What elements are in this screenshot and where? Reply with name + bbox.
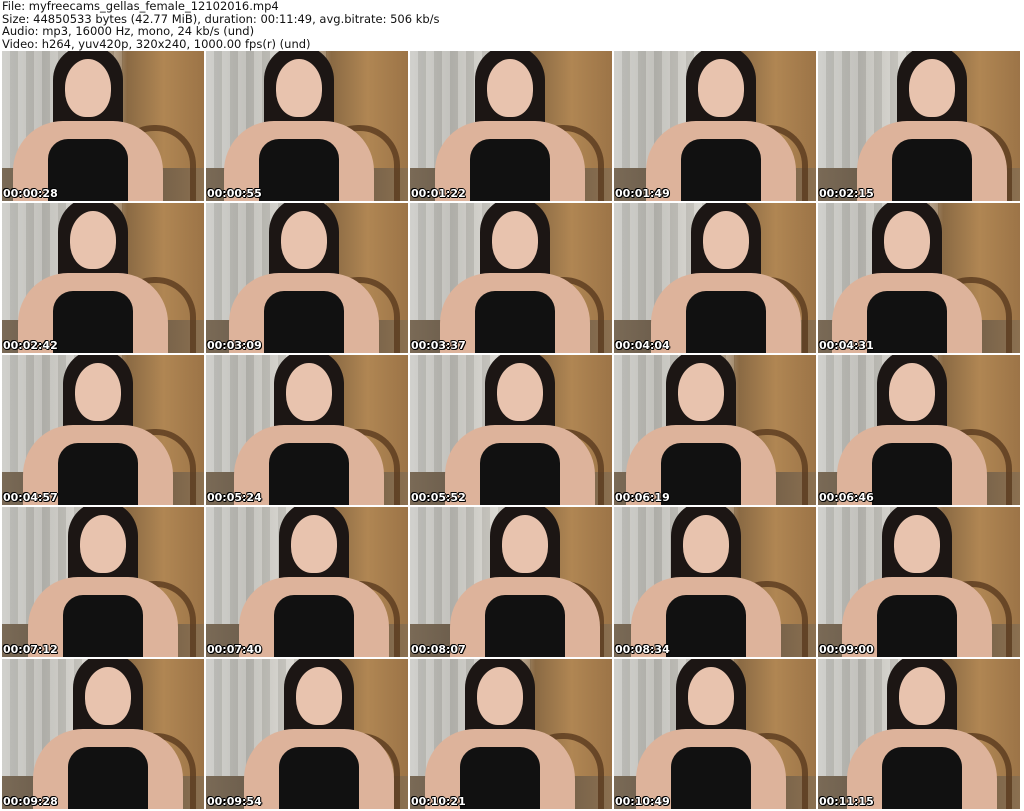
video-thumbnail: 00:10:21 (410, 659, 612, 809)
person-figure (410, 659, 601, 809)
file-name: File: myfreecams_gellas_female_12102016.… (2, 0, 279, 13)
timestamp: 00:09:28 (3, 795, 58, 808)
timestamp: 00:02:15 (819, 187, 874, 200)
person-figure (213, 507, 408, 657)
person-figure (620, 51, 816, 201)
person-figure (2, 507, 204, 657)
timestamp: 00:07:12 (3, 643, 58, 656)
timestamp: 00:06:19 (615, 491, 670, 504)
person-figure (614, 659, 812, 809)
person-figure (818, 203, 1008, 353)
timestamp: 00:01:49 (615, 187, 670, 200)
video-thumbnail: 00:04:04 (614, 203, 816, 353)
timestamp: 00:04:04 (615, 339, 670, 352)
person-figure (218, 659, 408, 809)
timestamp: 00:08:34 (615, 643, 670, 656)
timestamp: 00:02:42 (3, 339, 58, 352)
video-thumbnail: 00:02:42 (2, 203, 204, 353)
timestamp: 00:03:09 (207, 339, 262, 352)
video-info: Video: h264, yuv420p, 320x240, 1000.00 f… (2, 36, 311, 51)
video-thumbnail: 00:10:49 (614, 659, 816, 809)
video-thumbnail: 00:07:40 (206, 507, 408, 657)
person-figure (206, 203, 405, 353)
timestamp: 00:08:07 (411, 643, 466, 656)
video-thumbnail: 00:09:54 (206, 659, 408, 809)
person-figure (818, 355, 1013, 505)
video-thumbnail: 00:02:15 (818, 51, 1020, 201)
video-thumbnail: 00:11:15 (818, 659, 1020, 809)
video-thumbnail: 00:05:24 (206, 355, 408, 505)
timestamp: 00:04:31 (819, 339, 874, 352)
person-figure (414, 203, 612, 353)
file-info-header: File: myfreecams_gellas_female_12102016.… (2, 0, 440, 50)
video-thumbnail: 00:01:22 (410, 51, 612, 201)
person-figure (419, 355, 612, 505)
thumbnail-grid: 00:00:28 00:00:55 00:01:22 00:01:49 00:02:15… (2, 51, 1023, 811)
video-thumbnail: 00:03:09 (206, 203, 408, 353)
person-figure (625, 203, 816, 353)
video-thumbnail: 00:03:37 (410, 203, 612, 353)
person-figure (614, 507, 807, 657)
timestamp: 00:03:37 (411, 339, 466, 352)
timestamp: 00:10:49 (615, 795, 670, 808)
timestamp: 00:00:28 (3, 187, 58, 200)
video-thumbnail: 00:09:28 (2, 659, 204, 809)
video-thumbnail: 00:08:07 (410, 507, 612, 657)
timestamp: 00:05:52 (411, 491, 466, 504)
video-thumbnail: 00:06:46 (818, 355, 1020, 505)
person-figure (208, 355, 408, 505)
timestamp: 00:07:40 (207, 643, 262, 656)
video-thumbnail: 00:07:12 (2, 507, 204, 657)
video-thumbnail: 00:01:49 (614, 51, 816, 201)
person-figure (2, 51, 189, 201)
video-thumbnail: 00:00:28 (2, 51, 204, 201)
person-figure (7, 659, 204, 809)
audio-info: Audio: mp3, 16000 Hz, mono, 24 kb/s (und… (2, 24, 255, 38)
person-figure (831, 51, 1020, 201)
person-figure (424, 507, 612, 657)
video-thumbnail: 00:09:00 (818, 507, 1020, 657)
person-figure (2, 355, 199, 505)
video-thumbnail: 00:05:52 (410, 355, 612, 505)
person-figure (614, 355, 802, 505)
timestamp: 00:04:57 (3, 491, 58, 504)
video-thumbnail: 00:04:31 (818, 203, 1020, 353)
person-figure (821, 659, 1020, 809)
video-thumbnail: 00:04:57 (2, 355, 204, 505)
timestamp: 00:10:21 (411, 795, 466, 808)
timestamp: 00:11:15 (819, 795, 874, 808)
person-figure (206, 51, 400, 201)
person-figure (410, 51, 611, 201)
timestamp: 00:05:24 (207, 491, 262, 504)
video-thumbnail: 00:08:34 (614, 507, 816, 657)
timestamp: 00:09:00 (819, 643, 874, 656)
timestamp: 00:00:55 (207, 187, 262, 200)
video-thumbnail: 00:06:19 (614, 355, 816, 505)
person-figure (818, 507, 1018, 657)
timestamp: 00:01:22 (411, 187, 466, 200)
timestamp: 00:09:54 (207, 795, 262, 808)
timestamp: 00:06:46 (819, 491, 874, 504)
video-thumbnail: 00:00:55 (206, 51, 408, 201)
person-figure (2, 203, 194, 353)
